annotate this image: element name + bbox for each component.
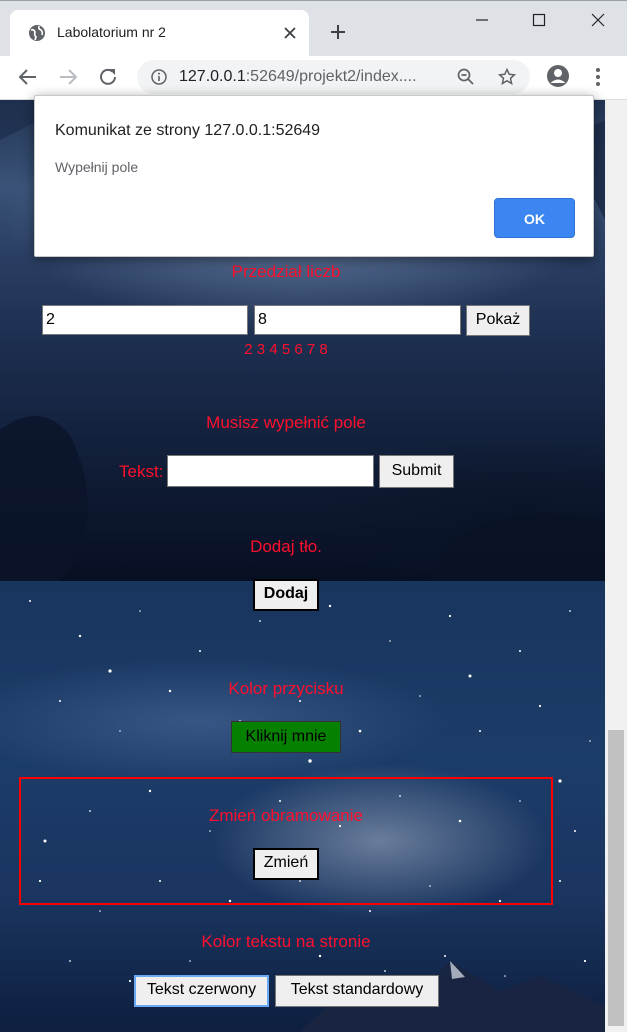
close-tab-icon[interactable]	[282, 25, 298, 41]
add-background-button[interactable]: Dodaj	[253, 579, 319, 611]
range-result: 2 3 4 5 6 7 8	[244, 341, 328, 358]
range-from-input[interactable]	[42, 305, 248, 335]
required-heading: Musisz wypełnić pole	[206, 413, 366, 432]
text-color-heading: Kolor tekstu na stronie	[201, 932, 371, 951]
url-text[interactable]: 127.0.0.1:52649/projekt2/index....	[179, 68, 447, 86]
globe-icon	[29, 25, 45, 41]
bookmark-star-icon[interactable]	[498, 68, 516, 86]
dialog-ok-button[interactable]: OK	[494, 198, 575, 238]
standard-text-button[interactable]: Tekst standardowy	[275, 975, 439, 1007]
url-host: 127.0.0.1	[179, 68, 246, 85]
border-frame	[19, 777, 553, 905]
text-label: Tekst:	[119, 462, 164, 481]
range-to-input[interactable]	[254, 305, 461, 335]
submit-button[interactable]: Submit	[379, 455, 454, 488]
range-heading: Przedział liczb	[231, 262, 341, 281]
maximize-icon[interactable]	[528, 9, 550, 31]
page-scrollbar[interactable]	[605, 100, 627, 1032]
close-window-icon[interactable]	[587, 9, 609, 31]
dialog-message: Wypełnij pole	[55, 159, 139, 175]
browser-toolbar: 127.0.0.1:52649/projekt2/index....	[0, 56, 627, 100]
tab-title: Labolatorium nr 2	[57, 24, 166, 40]
back-arrow-icon[interactable]	[17, 66, 39, 88]
background-heading: Dodaj tło.	[250, 537, 322, 556]
scrollbar-thumb[interactable]	[608, 730, 624, 1026]
alert-dialog: Komunikat ze strony 127.0.0.1:52649 Wype…	[34, 95, 594, 257]
reload-icon[interactable]	[97, 66, 119, 88]
border-heading: Zmień obramowanie	[208, 806, 363, 825]
minimize-icon[interactable]	[471, 9, 493, 31]
info-icon[interactable]	[151, 69, 167, 85]
new-tab-icon[interactable]	[329, 23, 347, 41]
text-input[interactable]	[167, 455, 374, 487]
dialog-title: Komunikat ze strony 127.0.0.1:52649	[55, 122, 321, 139]
show-range-button[interactable]: Pokaż	[466, 305, 530, 336]
forward-arrow-icon[interactable]	[57, 66, 79, 88]
browser-tab[interactable]: Labolatorium nr 2	[10, 10, 309, 57]
menu-dots-icon[interactable]	[590, 66, 606, 88]
browser-titlebar: Labolatorium nr 2	[0, 0, 627, 57]
address-bar[interactable]: 127.0.0.1:52649/projekt2/index....	[137, 60, 530, 94]
change-border-button[interactable]: Zmień	[253, 848, 319, 880]
account-avatar-icon[interactable]	[546, 64, 570, 88]
url-path: :52649/projekt2/index....	[245, 68, 417, 85]
button-color-heading: Kolor przycisku	[228, 679, 344, 698]
red-text-button[interactable]: Tekst czerwony	[134, 975, 269, 1007]
zoom-icon[interactable]	[457, 68, 475, 86]
click-me-button[interactable]: Kliknij mnie	[231, 721, 341, 753]
